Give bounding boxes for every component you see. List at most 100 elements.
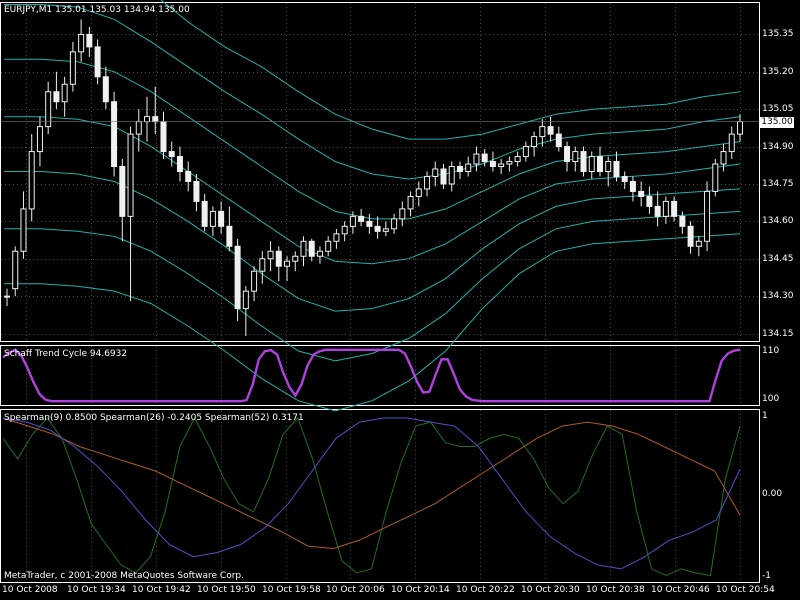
time-axis-tick: 10 Oct 20:14 [391, 585, 450, 595]
candle-body-bear [94, 46, 101, 78]
candle-body-bull [391, 218, 398, 230]
chart-canvas[interactable] [0, 0, 800, 600]
candle-body-bear [119, 166, 126, 217]
candle-body-bull [36, 126, 43, 153]
candle-body-bear [547, 126, 554, 135]
spearman-axis-tick: 1 [762, 411, 768, 421]
candle-body-bull [473, 153, 480, 165]
price-axis-tick: 134.60 [762, 216, 794, 227]
candle-body-bull [69, 51, 76, 85]
candle-body-bull [251, 270, 258, 292]
copyright-text: MetaTrader, c 2001-2008 MetaQuotes Softw… [4, 571, 244, 581]
candle-body-bull [432, 168, 439, 177]
stc-indicator-label: Schaff Trend Cycle 94.6932 [4, 349, 128, 359]
candle-body-bull [12, 250, 19, 290]
candle-body-bull [465, 163, 472, 173]
candle-body-bear [185, 171, 192, 182]
candle-body-bull [522, 146, 529, 158]
candle-body-bull [415, 188, 422, 197]
candle-body-bear [168, 151, 175, 158]
candle-body-bull [514, 156, 521, 163]
candle-body-bull [144, 116, 151, 123]
candle-body-bear [629, 180, 636, 192]
candle-body-bear [646, 195, 653, 207]
candle-body-bull [382, 228, 389, 232]
candle-body-bear [308, 240, 315, 257]
candle-body-bear [564, 146, 571, 163]
stc-axis-tick: 100 [762, 394, 780, 404]
time-axis-tick: 10 Oct 20:38 [586, 585, 645, 595]
candle-body-bear [160, 121, 167, 153]
candle-body-bear [358, 215, 365, 222]
candle-body-bear [152, 116, 159, 123]
candle-body-bull [267, 250, 274, 260]
spearman-axis-tick: 0.00 [762, 489, 783, 499]
candle-body-bear [176, 156, 183, 172]
candle-body-bull [539, 126, 546, 138]
candle-body-bull [737, 121, 743, 135]
price-axis-tick: 135.35 [762, 29, 794, 40]
candle-body-bear [456, 166, 463, 173]
price-axis-tick: 134.30 [762, 291, 794, 302]
candle-body-bull [300, 240, 307, 257]
candle-body-bull [4, 295, 10, 298]
candle-body-bear [638, 190, 645, 197]
candle-body-bull [135, 121, 142, 135]
price-axis-tick: 134.45 [762, 253, 794, 264]
time-axis-tick: 10 Oct 19:42 [132, 585, 191, 595]
stc-axis-tick: 110 [762, 346, 780, 356]
time-axis-tick: 10 Oct 19:34 [67, 585, 126, 595]
candle-body-bull [448, 166, 455, 185]
candle-body-bear [275, 250, 282, 267]
candle-body-bull [242, 290, 249, 310]
candle-body-bull [349, 215, 356, 227]
candle-body-bull [605, 161, 612, 173]
price-axis-tick: 134.75 [762, 178, 794, 189]
candle-body-bull [292, 255, 299, 262]
candle-body-bear [86, 33, 93, 48]
candle-body-bull [407, 195, 414, 210]
price-axis-tick: 135.20 [762, 66, 794, 77]
time-axis-tick: 10 Oct 20:30 [521, 585, 580, 595]
candle-body-bear [201, 200, 208, 227]
spearman-indicator-label: Spearman(9) 0.8500 Spearman(26) -0.2405 … [4, 413, 304, 423]
candle-body-bear [613, 161, 620, 177]
time-axis-tick: 10 Oct 20:46 [651, 585, 710, 595]
candle-body-bear [671, 200, 678, 217]
candle-body-bear [374, 225, 381, 232]
candle-body-bull [662, 200, 669, 217]
candle-body-bull [588, 156, 595, 172]
candle-body-bull [728, 133, 735, 153]
candle-body-bear [193, 180, 200, 202]
current-price-marker: 135.00 [760, 117, 794, 128]
candle-body-bull [316, 250, 323, 257]
candle-body-bear [679, 215, 686, 227]
candle-body-bull [28, 151, 35, 210]
candle-body-bull [695, 240, 702, 247]
candle-body-bear [654, 205, 661, 217]
candle-body-bull [325, 240, 332, 252]
main-chart-title: EURJPY,M1 135.01 135.03 134.94 135.00 [4, 5, 190, 15]
candle-body-bear [226, 225, 233, 247]
time-axis-tick: 10 Oct 2008 [2, 585, 58, 595]
candle-body-bear [53, 91, 60, 103]
candle-body-bull [259, 258, 266, 272]
candle-body-bear [555, 133, 562, 148]
candle-body-bear [621, 175, 628, 182]
candle-body-bear [234, 245, 241, 310]
candle-body-bull [704, 190, 711, 242]
price-axis-tick: 135.05 [762, 104, 794, 115]
candle-body-bear [580, 151, 587, 172]
candle-body-bear [218, 210, 225, 227]
candle-body-bull [127, 133, 134, 217]
price-axis-tick: 134.15 [762, 328, 794, 339]
candle-body-bear [489, 161, 496, 168]
candle-body-bull [341, 225, 348, 235]
candle-body-bear [440, 168, 447, 185]
candle-body-bear [366, 220, 373, 227]
candle-body-bear [596, 156, 603, 172]
candle-body-bear [687, 225, 694, 247]
candle-body-bear [102, 76, 109, 103]
candle-body-bear [481, 153, 488, 163]
time-axis-tick: 10 Oct 20:22 [456, 585, 515, 595]
